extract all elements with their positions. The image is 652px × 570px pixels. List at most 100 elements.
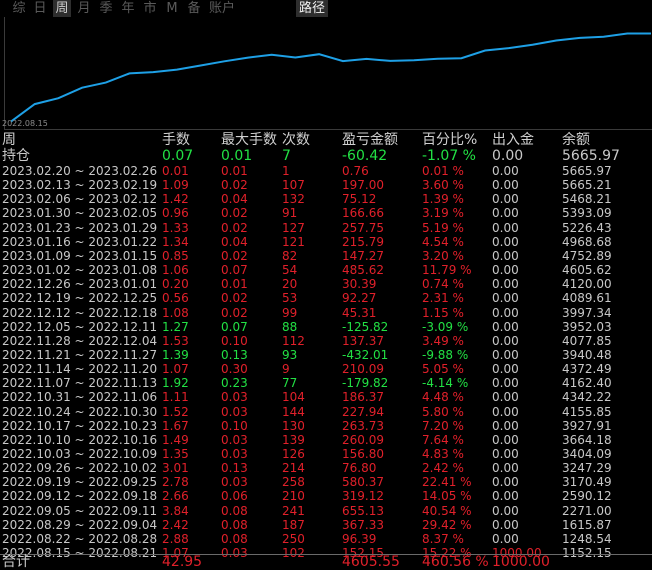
toolbar: 综日周月季年市 M 备账户 路径 bbox=[0, 0, 652, 17]
table-row[interactable]: 2023.02.20 ~ 2023.02.26 0.01 0.01 1 0.76 0.01… bbox=[0, 164, 652, 178]
table-row[interactable]: 2022.12.19 ~ 2022.12.25 0.56 0.02 53 92.27 2.… bbox=[0, 291, 652, 305]
cell-lots: 1.09 bbox=[162, 178, 189, 193]
cell-count: 104 bbox=[282, 390, 305, 405]
cell-count: 214 bbox=[282, 461, 305, 476]
cell-lots: 1.67 bbox=[162, 418, 189, 433]
toolbar-tab-3[interactable]: 月 bbox=[75, 0, 93, 17]
cell-balance: 4752.89 bbox=[562, 248, 612, 263]
cell-pct: 2.31 % bbox=[422, 291, 464, 306]
cell-cash: 0.00 bbox=[492, 319, 519, 334]
table-row[interactable]: 2022.08.29 ~ 2022.09.04 2.42 0.08 187 367.33… bbox=[0, 518, 652, 532]
header-cell[interactable]: 最大手数 bbox=[221, 133, 277, 148]
cell-cash: 0.00 bbox=[492, 333, 519, 348]
cell-max-lots: 0.03 bbox=[221, 404, 248, 419]
table-row[interactable]: 2022.11.21 ~ 2022.11.27 1.39 0.13 93 -432.01… bbox=[0, 348, 652, 362]
toolbar-tab-5[interactable]: 年 bbox=[119, 0, 137, 17]
cell-count: 7 bbox=[282, 148, 291, 164]
cell-balance: 4120.00 bbox=[562, 277, 612, 292]
header-cell[interactable]: 手数 bbox=[162, 133, 190, 148]
table-row[interactable]: 2023.01.23 ~ 2023.01.29 1.33 0.02 127 257.75… bbox=[0, 221, 652, 235]
toolbar-tab-2[interactable]: 周 bbox=[53, 0, 71, 17]
cell-cash: 0.00 bbox=[492, 178, 519, 193]
table-row[interactable]: 2023.01.09 ~ 2023.01.15 0.85 0.02 82 147.27 3… bbox=[0, 249, 652, 263]
table-row[interactable]: 2022.10.17 ~ 2022.10.23 1.67 0.10 130 263.73… bbox=[0, 419, 652, 433]
table-row[interactable]: 2023.01.02 ~ 2023.01.08 1.06 0.07 54 485.62 1… bbox=[0, 263, 652, 277]
cell-cash: 0.00 bbox=[492, 432, 519, 447]
cell-count: 99 bbox=[282, 305, 298, 320]
cell-lots: 1.27 bbox=[162, 319, 189, 334]
toolbar-tab-6[interactable]: 市 bbox=[141, 0, 159, 17]
cell-pct: 3.19 % bbox=[422, 206, 464, 221]
table-row[interactable]: 2022.10.03 ~ 2022.10.09 1.35 0.03 126 156.80… bbox=[0, 447, 652, 461]
cell-period: 2023.01.16 ~ 2023.01.22 bbox=[2, 234, 158, 249]
holding-row[interactable]: 持仓 0.07 0.01 7 -60.42 -1.07 % 0.00 5665.97 bbox=[0, 149, 652, 164]
table-row[interactable]: 2023.01.16 ~ 2023.01.22 1.34 0.04 121 215.79… bbox=[0, 235, 652, 249]
cell-lots: 0.85 bbox=[162, 248, 189, 263]
cell-count: 93 bbox=[282, 347, 298, 362]
header-cell[interactable]: 出入金 bbox=[492, 133, 534, 148]
cell-balance: 2590.12 bbox=[562, 489, 612, 504]
cell-cash: 0.00 bbox=[492, 362, 519, 377]
cell-pct: 1.39 % bbox=[422, 192, 464, 207]
cell-count: 107 bbox=[282, 178, 305, 193]
table-row[interactable]: 2022.10.31 ~ 2022.11.06 1.11 0.03 104 186.37… bbox=[0, 390, 652, 404]
cell-lots: 0.96 bbox=[162, 206, 189, 221]
cell-pct: 11.79 % bbox=[422, 263, 472, 278]
table-row[interactable]: 2022.09.05 ~ 2022.09.11 3.84 0.08 241 655.13… bbox=[0, 504, 652, 518]
toolbar-tab-8[interactable]: 备 bbox=[185, 0, 203, 17]
table-row[interactable]: 2022.08.22 ~ 2022.08.28 2.88 0.08 250 96.39 8… bbox=[0, 532, 652, 546]
cell-max-lots: 0.08 bbox=[221, 503, 248, 518]
table-row[interactable]: 2022.09.12 ~ 2022.09.18 2.66 0.06 210 319.12… bbox=[0, 489, 652, 503]
cell-pct: 29.42 % bbox=[422, 517, 472, 532]
cell-balance: 3404.09 bbox=[562, 447, 612, 461]
cell-balance: 4342.22 bbox=[562, 390, 612, 405]
cell-balance: 4605.62 bbox=[562, 263, 612, 278]
header-cell[interactable]: 次数 bbox=[282, 133, 310, 148]
cell-cash: 0.00 bbox=[492, 263, 519, 278]
cell-pnl: 92.27 bbox=[342, 291, 377, 306]
cell-cash: 0.00 bbox=[492, 148, 524, 164]
table-header: 周 手数 最大手数 次数 盈亏金额 百分比% 出入金 余额 bbox=[0, 133, 652, 148]
toolbar-tab-1[interactable]: 日 bbox=[31, 0, 49, 17]
cell-lots: 1.35 bbox=[162, 447, 189, 461]
table-row[interactable]: 2022.12.26 ~ 2023.01.01 0.20 0.01 20 30.39 0.… bbox=[0, 277, 652, 291]
header-cell[interactable]: 余额 bbox=[562, 133, 590, 148]
toolbar-tab-7[interactable]: M bbox=[163, 0, 181, 17]
cell-pct: -3.09 % bbox=[422, 319, 469, 334]
header-cell[interactable]: 百分比% bbox=[422, 133, 477, 148]
table-row[interactable]: 2022.09.19 ~ 2022.09.25 2.78 0.03 258 580.37… bbox=[0, 475, 652, 489]
cell-pnl: 655.13 bbox=[342, 503, 384, 518]
cell-lots: 2.88 bbox=[162, 531, 189, 546]
header-cell[interactable]: 周 bbox=[2, 133, 16, 148]
cell-period: 2022.09.19 ~ 2022.09.25 bbox=[2, 475, 158, 490]
table-row[interactable]: 2022.12.05 ~ 2022.12.11 1.27 0.07 88 -125.82… bbox=[0, 320, 652, 334]
table-row[interactable]: 2022.10.10 ~ 2022.10.16 1.49 0.03 139 260.09… bbox=[0, 433, 652, 447]
toolbar-tab-4[interactable]: 季 bbox=[97, 0, 115, 17]
toolbar-tab-9[interactable]: 账户 bbox=[205, 0, 239, 17]
table-row[interactable]: 2022.09.26 ~ 2022.10.02 3.01 0.13 214 76.80 2… bbox=[0, 461, 652, 475]
cell-pnl: 166.66 bbox=[342, 206, 384, 221]
cell-period: 2022.11.28 ~ 2022.12.04 bbox=[2, 333, 158, 348]
table-row[interactable]: 2022.11.07 ~ 2022.11.13 1.92 0.23 77 -179.82… bbox=[0, 376, 652, 390]
cell-period: 2022.08.22 ~ 2022.08.28 bbox=[2, 531, 158, 546]
toolbar-tab-0[interactable]: 综 bbox=[10, 0, 28, 17]
cell-pct: 0.74 % bbox=[422, 277, 464, 292]
path-toggle-button[interactable]: 路径 bbox=[296, 0, 329, 17]
cell-max-lots: 0.01 bbox=[221, 277, 248, 292]
cell-lots: 1.08 bbox=[162, 305, 189, 320]
table-row[interactable]: 2023.02.06 ~ 2023.02.12 1.42 0.04 132 75.12 1… bbox=[0, 192, 652, 206]
table-row[interactable]: 2022.10.24 ~ 2022.10.30 1.52 0.03 144 227.94… bbox=[0, 405, 652, 419]
table-row[interactable]: 2022.11.28 ~ 2022.12.04 1.53 0.10 112 137.37… bbox=[0, 334, 652, 348]
table-row[interactable]: 2022.11.14 ~ 2022.11.20 1.07 0.30 9 210.09 5.… bbox=[0, 362, 652, 376]
cell-period: 2023.02.20 ~ 2023.02.26 bbox=[2, 164, 158, 178]
cell-pnl: 257.75 bbox=[342, 220, 384, 235]
cell-lots: 1.39 bbox=[162, 347, 189, 362]
cell-lots: 1.92 bbox=[162, 376, 189, 391]
table-row[interactable]: 2023.02.13 ~ 2023.02.19 1.09 0.02 107 197.00… bbox=[0, 178, 652, 192]
cell-lots: 1.06 bbox=[162, 263, 189, 278]
table-row[interactable]: 2022.12.12 ~ 2022.12.18 1.08 0.02 99 45.31 1.… bbox=[0, 306, 652, 320]
cell-period: 2022.11.14 ~ 2022.11.20 bbox=[2, 362, 158, 377]
header-cell[interactable]: 盈亏金额 bbox=[342, 133, 398, 148]
table-row[interactable]: 2023.01.30 ~ 2023.02.05 0.96 0.02 91 166.66 3… bbox=[0, 206, 652, 220]
cell-max-lots: 0.04 bbox=[221, 234, 248, 249]
